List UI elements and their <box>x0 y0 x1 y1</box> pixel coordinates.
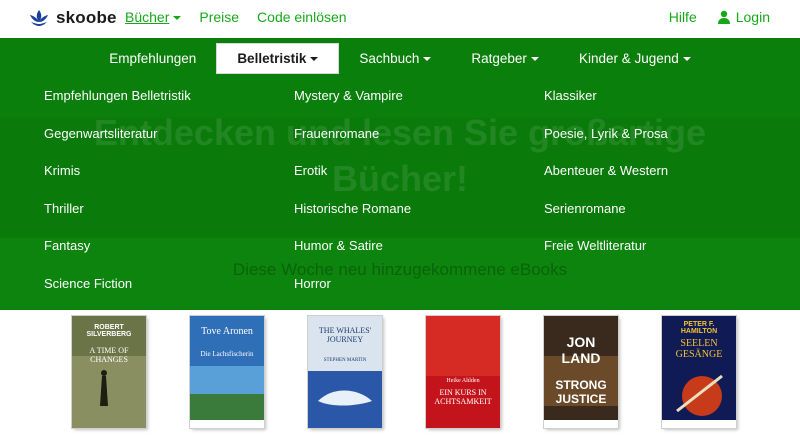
submenu-item[interactable]: Erotik <box>294 163 544 201</box>
book-cover[interactable]: ROBERT SILVERBERG A TIME OF CHANGES <box>72 316 146 428</box>
book-title: Die Lachsfischerin <box>200 350 254 358</box>
category-label: Empfehlungen <box>109 51 197 66</box>
submenu-item[interactable]: Science Fiction <box>44 276 294 311</box>
brand-name: skoobe <box>56 8 117 27</box>
submenu-item[interactable]: Historische Romane <box>294 201 544 239</box>
submenu-item[interactable]: Horror <box>294 276 544 311</box>
submenu-item[interactable]: Thriller <box>44 201 294 239</box>
book-author: PETER F. HAMILTON <box>680 321 718 335</box>
category-tab-guides[interactable]: Ratgeber <box>451 43 559 74</box>
book-cover-art <box>544 316 618 428</box>
submenu-item[interactable]: Abenteuer & Western <box>544 163 764 201</box>
category-nav: Empfehlungen Belletristik Sachbuch Ratge… <box>0 43 800 74</box>
category-label: Ratgeber <box>471 51 527 66</box>
book-title: A TIME OF CHANGES <box>89 346 129 364</box>
submenu-item[interactable]: Mystery & Vampire <box>294 88 544 126</box>
chevron-down-icon <box>173 16 182 21</box>
submenu-item[interactable]: Empfehlungen Belletristik <box>44 88 294 126</box>
submenu-item[interactable]: Serienromane <box>544 201 764 239</box>
hero-menu-area: Entdecken und lesen Sie großartige Büche… <box>0 38 800 310</box>
submenu-item[interactable]: Frauenromane <box>294 126 544 164</box>
top-header: skoobe Bücher Preise Code einlösen Hilfe… <box>0 0 800 38</box>
nav-prices[interactable]: Preise <box>199 9 239 25</box>
book-cover-art <box>426 316 500 428</box>
chevron-down-icon <box>530 56 539 61</box>
nav-books-label: Bücher <box>125 9 170 25</box>
book-author: JON LAND <box>561 334 601 366</box>
book-author: Tove Aronen <box>201 326 253 337</box>
nav-books[interactable]: Bücher <box>125 9 182 25</box>
submenu-item[interactable]: Fantasy <box>44 238 294 276</box>
fiction-submenu: Empfehlungen Belletristik Mystery & Vamp… <box>44 88 764 310</box>
book-cover[interactable]: Tove Aronen Die Lachsfischerin <box>190 316 264 428</box>
submenu-item[interactable]: Humor & Satire <box>294 238 544 276</box>
book-title: EIN KURS IN ACHTSAMKEIT <box>434 388 492 406</box>
book-cover[interactable]: JON LAND STRONG JUSTICE <box>544 316 618 428</box>
category-tab-kids[interactable]: Kinder & Jugend <box>559 43 711 74</box>
category-label: Kinder & Jugend <box>578 51 679 66</box>
nav-redeem-code[interactable]: Code einlösen <box>257 9 347 25</box>
book-title: STRONG JUSTICE <box>555 378 607 406</box>
submenu-item[interactable]: Freie Weltliteratur <box>544 238 764 276</box>
top-nav: Bücher Preise Code einlösen <box>125 9 347 25</box>
user-icon <box>717 10 730 24</box>
nav-help[interactable]: Hilfe <box>669 9 697 25</box>
submenu-item[interactable]: Krimis <box>44 163 294 201</box>
user-nav: Hilfe Login <box>669 9 770 25</box>
book-title: SEELEN GESÄNGE <box>675 338 723 360</box>
chevron-down-icon <box>310 56 319 61</box>
book-cover[interactable]: THE WHALES' JOURNEY STEPHEN MARTIN <box>308 316 382 428</box>
submenu-item[interactable]: Gegenwartsliteratur <box>44 126 294 164</box>
chevron-down-icon <box>682 56 691 61</box>
submenu-item[interactable]: Poesie, Lyrik & Prosa <box>544 126 764 164</box>
book-author: ROBERT SILVERBERG <box>86 324 132 338</box>
book-title: THE WHALES' JOURNEY <box>318 326 372 344</box>
book-cover[interactable]: Heike Ahlden EIN KURS IN ACHTSAMKEIT <box>426 316 500 428</box>
skoobe-logo-icon <box>30 10 48 26</box>
book-author: STEPHEN MARTIN <box>323 358 367 363</box>
chevron-down-icon <box>423 56 432 61</box>
category-tab-nonfiction[interactable]: Sachbuch <box>339 43 451 74</box>
book-cover[interactable]: PETER F. HAMILTON SEELEN GESÄNGE <box>662 316 736 428</box>
category-tab-fiction[interactable]: Belletristik <box>216 43 340 74</box>
submenu-item[interactable]: Klassiker <box>544 88 764 126</box>
category-label: Belletristik <box>237 51 307 66</box>
category-label: Sachbuch <box>359 51 420 66</box>
new-books-row: ROBERT SILVERBERG A TIME OF CHANGES Tove… <box>0 312 800 437</box>
book-author: Heike Ahlden <box>446 378 480 384</box>
login-label: Login <box>735 9 770 25</box>
login-link[interactable]: Login <box>717 9 770 25</box>
category-tab-recommendations[interactable]: Empfehlungen <box>89 43 216 74</box>
logo[interactable]: skoobe <box>28 7 117 29</box>
